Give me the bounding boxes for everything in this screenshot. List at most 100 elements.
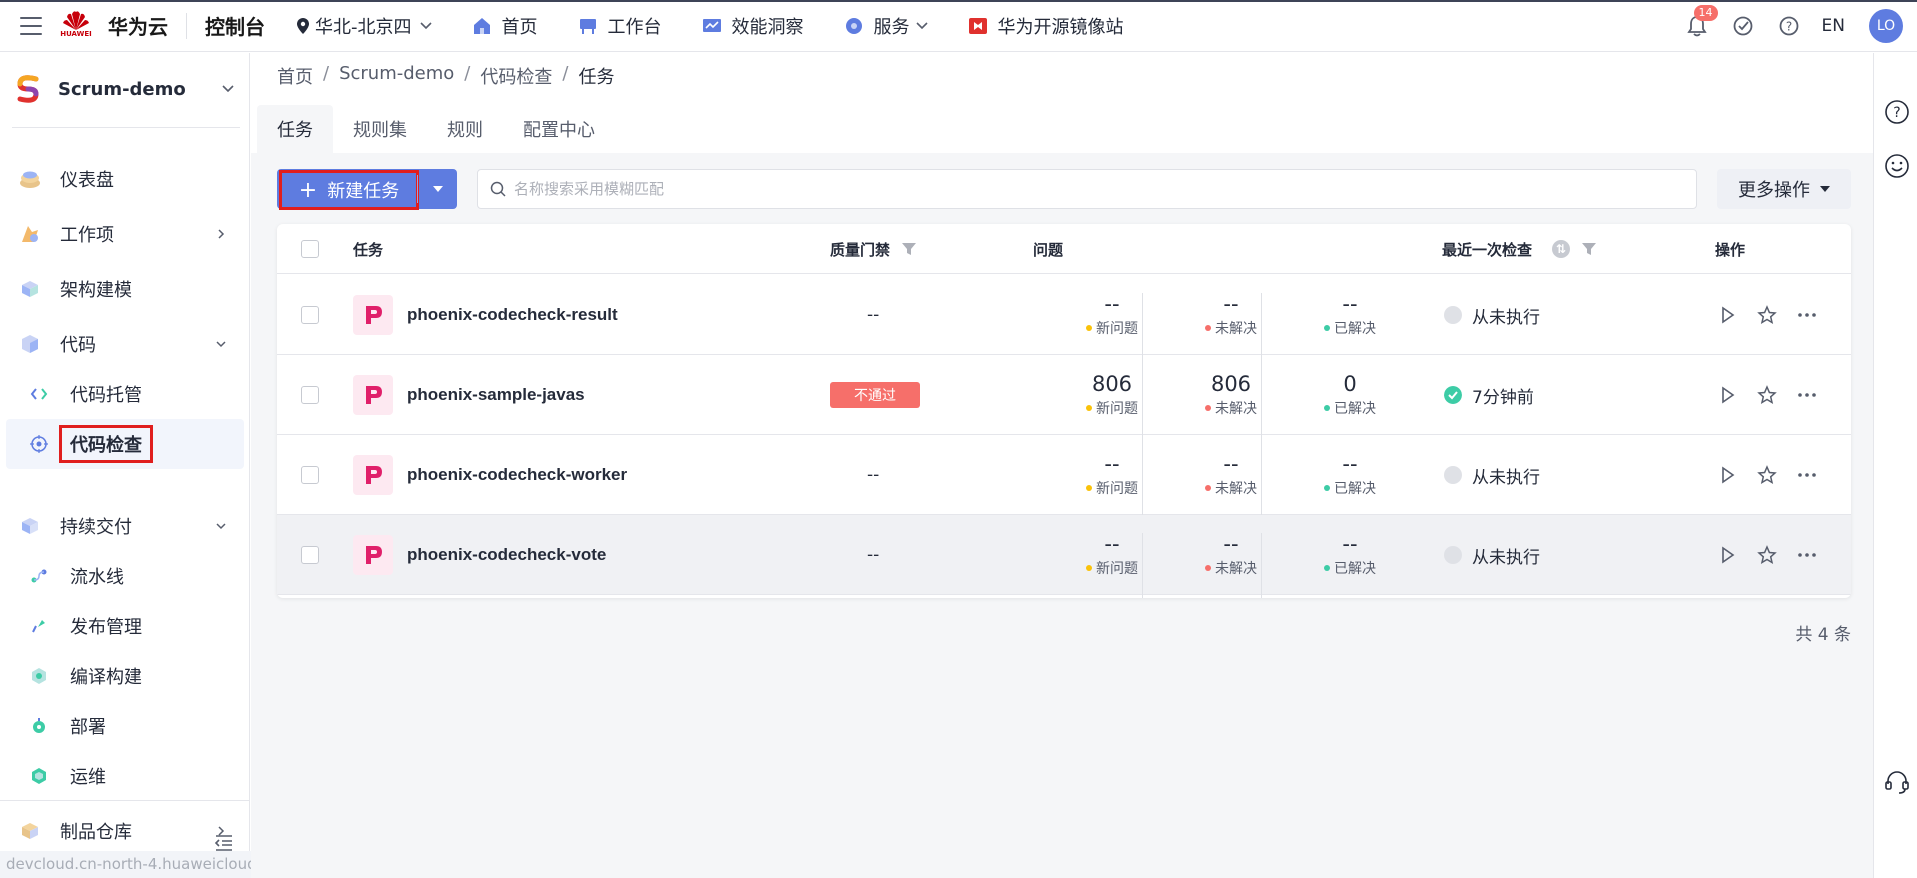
- task-name[interactable]: phoenix-codecheck-result: [407, 305, 618, 325]
- th-ops: 操作: [1715, 240, 1746, 259]
- collapse-sidebar-icon[interactable]: [214, 834, 234, 852]
- region-selector[interactable]: 华北-北京四: [297, 13, 432, 39]
- console-link[interactable]: 控制台: [205, 11, 265, 40]
- more-ops-label: 更多操作: [1738, 180, 1810, 201]
- task-name[interactable]: phoenix-codecheck-worker: [407, 465, 627, 485]
- tab-tasks[interactable]: 任务: [257, 105, 333, 153]
- more-icon[interactable]: [1797, 305, 1817, 325]
- resolved-label: 已解决: [1324, 558, 1376, 578]
- sidebar-item-architecture[interactable]: 架构建模: [0, 264, 250, 314]
- huawei-logo[interactable]: HUAWEI: [58, 8, 94, 44]
- avatar[interactable]: LO: [1869, 9, 1903, 43]
- star-icon[interactable]: [1757, 305, 1777, 325]
- help-icon[interactable]: ?: [1884, 99, 1910, 125]
- star-icon[interactable]: [1757, 465, 1777, 485]
- star-icon[interactable]: [1757, 385, 1777, 405]
- customer-service-icon[interactable]: [1884, 769, 1910, 795]
- language-switch[interactable]: EN: [1822, 16, 1845, 36]
- sidebar-item-repo[interactable]: 代码托管: [0, 369, 250, 419]
- row-checkbox[interactable]: [301, 306, 319, 324]
- nav-insight-label: 效能洞察: [731, 16, 804, 38]
- more-icon[interactable]: [1797, 385, 1817, 405]
- notification-button[interactable]: 14: [1686, 5, 1718, 37]
- run-icon[interactable]: [1717, 465, 1737, 485]
- new-issue-count: --: [1104, 452, 1120, 476]
- row-checkbox[interactable]: [301, 466, 319, 484]
- brand-name[interactable]: 华为云: [108, 11, 168, 40]
- new-task-dropdown[interactable]: [418, 186, 457, 192]
- mirror-icon: [968, 17, 987, 34]
- star-icon[interactable]: [1757, 545, 1777, 565]
- unresolved-count[interactable]: 806: [1211, 372, 1251, 398]
- nav-home[interactable]: 首页: [472, 13, 538, 39]
- table-row[interactable]: phoenix-codecheck-vote -- -- 新问题 -- 未解决 --…: [277, 515, 1851, 598]
- breadcrumb-home[interactable]: 首页: [277, 63, 313, 89]
- new-task-button[interactable]: + 新建任务: [279, 170, 419, 210]
- sidebar-item-workitems[interactable]: 工作项: [0, 209, 250, 259]
- task-name[interactable]: phoenix-codecheck-vote: [407, 545, 606, 565]
- run-icon[interactable]: [1717, 385, 1737, 405]
- filter-icon[interactable]: [902, 242, 917, 256]
- nav-mirror[interactable]: 华为开源镜像站: [968, 13, 1124, 39]
- nav-workbench[interactable]: 工作台: [578, 13, 662, 39]
- sidebar-item-dashboard[interactable]: 仪表盘: [0, 154, 250, 204]
- huawei-petal-icon: [63, 10, 89, 30]
- table-row[interactable]: phoenix-codecheck-worker -- -- 新问题 -- 未解决 …: [277, 435, 1851, 533]
- sidebar-item-ops[interactable]: 运维: [0, 751, 250, 801]
- sidebar-item-code[interactable]: 代码: [0, 319, 250, 369]
- search-box[interactable]: [477, 169, 1697, 209]
- th-gate-label: 质量门禁: [830, 240, 891, 259]
- todo-button[interactable]: [1732, 15, 1754, 37]
- filter-icon[interactable]: [1582, 242, 1597, 256]
- project-logo-icon: [17, 75, 39, 103]
- repo-icon: [30, 388, 48, 400]
- sidebar-item-release[interactable]: 发布管理: [0, 601, 250, 651]
- more-icon[interactable]: [1797, 465, 1817, 485]
- nav-mirror-label: 华为开源镜像站: [997, 16, 1124, 38]
- breadcrumb-current: 任务: [578, 67, 615, 88]
- code-icon: [22, 335, 38, 353]
- task-name[interactable]: phoenix-sample-javas: [407, 385, 585, 405]
- last-check-text: 从未执行: [1472, 307, 1540, 328]
- more-icon[interactable]: [1797, 545, 1817, 565]
- new-issue-count[interactable]: 806: [1092, 372, 1132, 398]
- row-checkbox[interactable]: [301, 386, 319, 404]
- sidebar-item-artifact[interactable]: 制品仓库: [0, 806, 250, 856]
- search-input[interactable]: [514, 180, 1614, 198]
- sidebar-item-deploy[interactable]: 部署: [0, 701, 250, 751]
- more-ops-button[interactable]: 更多操作: [1717, 169, 1851, 209]
- run-icon[interactable]: [1717, 545, 1737, 565]
- tab-config[interactable]: 配置中心: [503, 105, 615, 153]
- chevron-down-icon: [216, 523, 226, 530]
- breadcrumb-codecheck[interactable]: 代码检查: [480, 63, 552, 89]
- sidebar-item-pipeline[interactable]: 流水线: [0, 551, 250, 601]
- workitem-icon: [22, 226, 38, 242]
- sidebar-item-codecheck[interactable]: 代码检查: [6, 419, 244, 469]
- run-icon[interactable]: [1717, 305, 1737, 325]
- sidebar-item-build[interactable]: 编译构建: [0, 651, 250, 701]
- breadcrumb-project[interactable]: Scrum-demo: [339, 63, 454, 89]
- feedback-smile-icon[interactable]: [1884, 153, 1910, 179]
- tab-rulesets[interactable]: 规则集: [333, 105, 427, 153]
- sidebar-item-label: 仪表盘: [60, 170, 114, 191]
- menu-icon[interactable]: [20, 16, 42, 35]
- sidebar-item-label: 编译构建: [70, 667, 142, 688]
- project-selector[interactable]: Scrum-demo: [12, 69, 238, 109]
- check-circle-icon: [1733, 16, 1752, 36]
- pipeline-icon: [31, 569, 47, 583]
- table-row[interactable]: phoenix-codecheck-result -- -- 新问题 -- 未解决 …: [277, 275, 1851, 373]
- resolved-count[interactable]: 0: [1343, 372, 1356, 398]
- dashboard-icon: [20, 171, 40, 188]
- help-button[interactable]: ?: [1778, 15, 1800, 37]
- row-checkbox[interactable]: [301, 546, 319, 564]
- sort-icon[interactable]: ⇅: [1552, 240, 1571, 258]
- tab-rules[interactable]: 规则: [427, 105, 503, 153]
- select-all-checkbox[interactable]: [301, 240, 319, 258]
- sidebar-item-label: 工作项: [60, 225, 114, 246]
- sidebar-item-delivery[interactable]: 持续交付: [0, 501, 250, 551]
- table-row[interactable]: phoenix-sample-javas 不通过 806 新问题 806 未解决 0…: [277, 355, 1851, 453]
- success-check-icon: [1444, 386, 1462, 404]
- nav-insight[interactable]: 效能洞察: [702, 13, 804, 39]
- nav-service[interactable]: 服务: [844, 13, 928, 39]
- breadcrumb-separator: /: [464, 63, 471, 84]
